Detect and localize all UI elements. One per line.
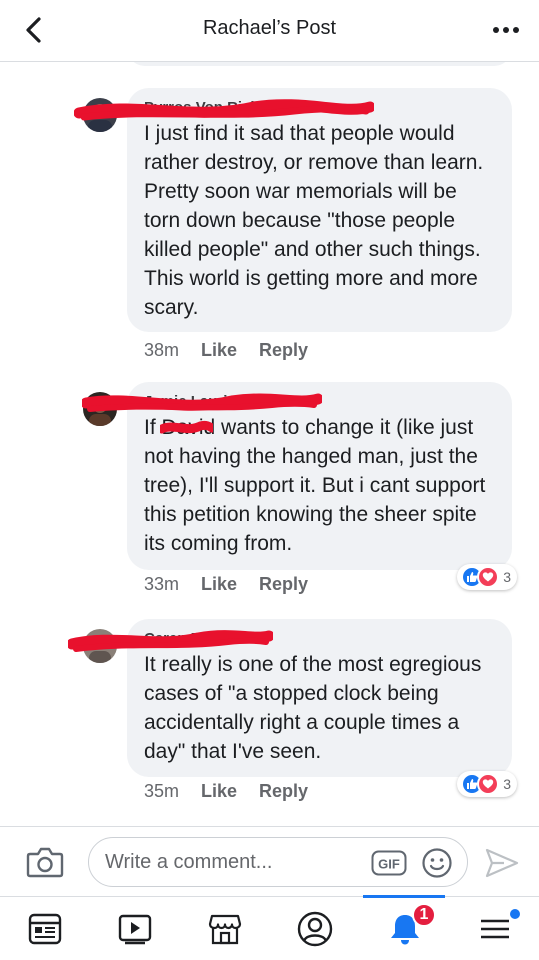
- reply-button[interactable]: Reply: [259, 781, 308, 802]
- page-title: Rachael’s Post: [202, 17, 337, 39]
- comment-bubble: Pyrros Von Richthofen I just find it sad…: [74, 88, 512, 332]
- like-button[interactable]: Like: [201, 781, 237, 802]
- like-button[interactable]: Like: [201, 574, 237, 595]
- notification-badge: 1: [412, 903, 436, 927]
- redaction-scribble: [159, 420, 214, 434]
- news-feed-icon: [28, 913, 62, 945]
- comment-author[interactable]: Jamie Laurieysen: [82, 393, 498, 412]
- comment-composer: GIF: [0, 826, 539, 896]
- nav-watch[interactable]: [90, 897, 180, 960]
- camera-icon[interactable]: [26, 845, 64, 879]
- comment-author[interactable]: Pyrros Von Richthofen: [74, 99, 498, 121]
- redacted-word: David: [159, 416, 216, 439]
- avatar[interactable]: [83, 98, 117, 132]
- comment-text: I just find it sad that people would rat…: [144, 122, 484, 319]
- marketplace-icon: [208, 914, 242, 945]
- nav-profile[interactable]: [270, 897, 360, 960]
- love-reaction-icon: [477, 773, 500, 795]
- profile-icon: [297, 911, 333, 947]
- post-header: Rachael’s Post: [0, 0, 539, 62]
- avatar[interactable]: [83, 629, 117, 663]
- comment-actions: 33m Like Reply: [144, 574, 308, 595]
- menu-icon: [481, 919, 509, 939]
- comments-list: Pyrros Von Richthofen I just find it sad…: [0, 62, 539, 826]
- nav-notifications[interactable]: 1: [360, 897, 450, 960]
- comment-bubble: Ceren Ercen It really is one of the most…: [68, 619, 512, 777]
- comment-input[interactable]: [105, 838, 365, 886]
- emoji-icon[interactable]: [421, 847, 453, 879]
- comment-actions: 35m Like Reply: [144, 781, 308, 802]
- comment-text: If David wants to change it (like just n…: [144, 413, 498, 558]
- love-reaction-icon: [477, 566, 500, 588]
- comment-author[interactable]: Ceren Ercen: [68, 630, 498, 652]
- comment-bubble: Jamie Laurieysen If David wants to chang…: [82, 382, 512, 570]
- comment-actions: 38m Like Reply: [144, 340, 308, 361]
- gif-icon[interactable]: GIF: [371, 850, 407, 876]
- comment-box[interactable]: GIF: [88, 837, 468, 887]
- comment-timestamp: 33m: [144, 574, 180, 594]
- nav-marketplace[interactable]: [180, 897, 270, 960]
- previous-comment-bubble: [127, 62, 512, 66]
- like-button[interactable]: Like: [201, 340, 237, 361]
- avatar[interactable]: [83, 392, 117, 426]
- gif-label: GIF: [378, 857, 400, 872]
- reaction-summary[interactable]: 3: [457, 771, 517, 797]
- send-icon[interactable]: [484, 847, 520, 879]
- more-dots-icon[interactable]: [491, 18, 521, 42]
- reaction-summary[interactable]: 3: [457, 564, 517, 590]
- reply-button[interactable]: Reply: [259, 574, 308, 595]
- watch-icon: [118, 914, 152, 945]
- comment-timestamp: 38m: [144, 340, 180, 360]
- reaction-count: 3: [503, 776, 511, 792]
- bottom-nav: 1: [0, 895, 539, 960]
- comment-timestamp: 35m: [144, 781, 180, 801]
- reaction-count: 3: [503, 569, 511, 585]
- nav-menu[interactable]: [450, 897, 539, 960]
- menu-indicator-dot: [510, 909, 520, 919]
- comment-text: It really is one of the most egregious c…: [144, 653, 482, 763]
- nav-news-feed[interactable]: [0, 897, 90, 960]
- reply-button[interactable]: Reply: [259, 340, 308, 361]
